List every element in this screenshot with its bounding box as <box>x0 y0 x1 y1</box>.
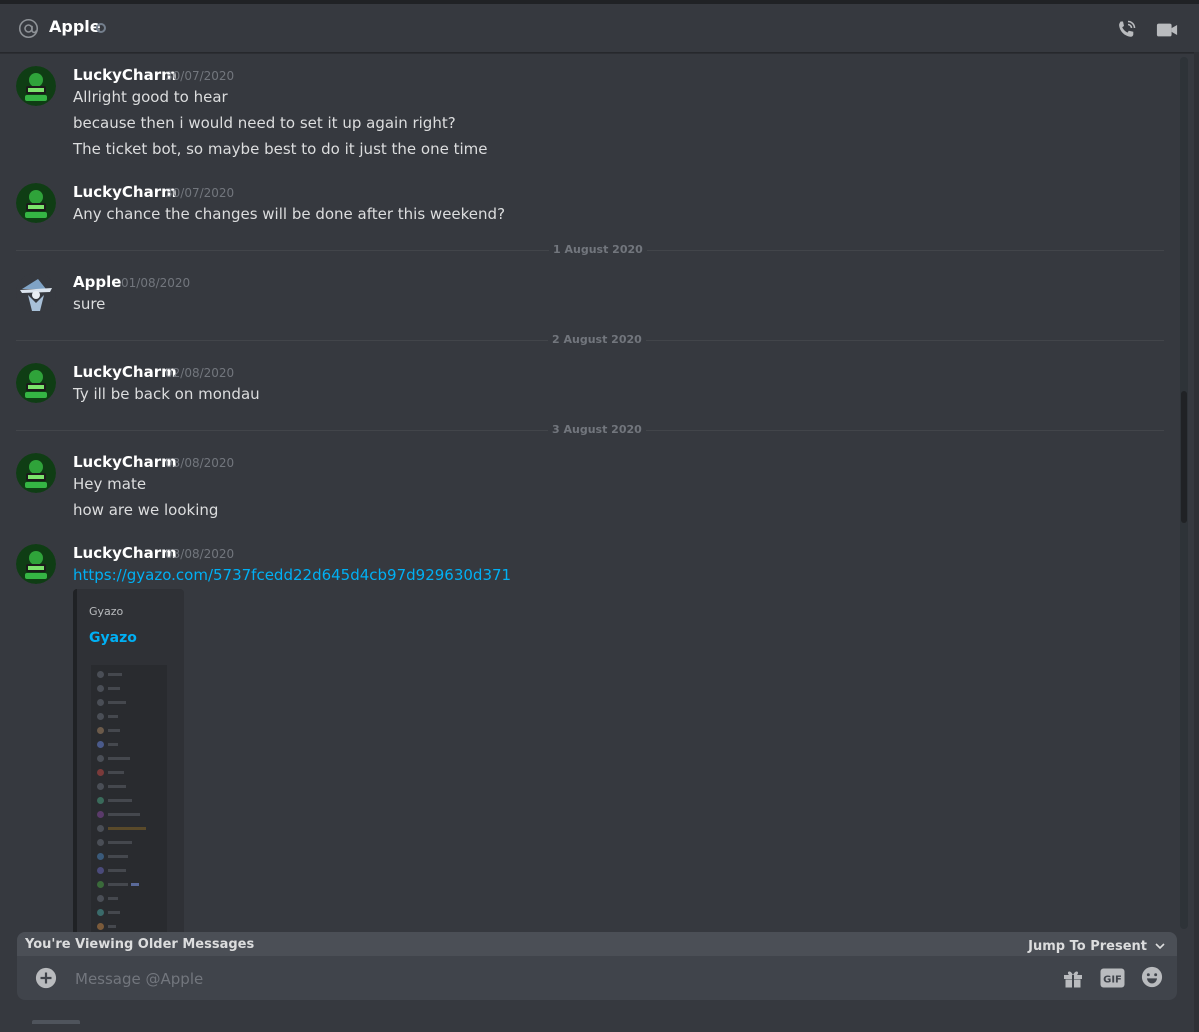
scrollbar-thumb[interactable] <box>1181 391 1187 523</box>
emoji-picker-icon[interactable] <box>1141 966 1163 988</box>
avatar[interactable] <box>16 544 56 584</box>
message-text: because then i would need to set it up a… <box>73 114 456 132</box>
message-timestamp: 03/08/2020 <box>165 456 235 470</box>
add-attachment-icon[interactable] <box>35 967 57 989</box>
message-author[interactable]: LuckyCharm <box>73 66 177 84</box>
avatar[interactable] <box>16 363 56 403</box>
offline-status-icon <box>96 23 106 33</box>
message-author[interactable]: LuckyCharm <box>73 453 177 471</box>
bottom-edge-handle <box>32 1020 80 1024</box>
date-divider-label: 2 August 2020 <box>548 333 646 346</box>
message-author[interactable]: LuckyCharm <box>73 363 177 381</box>
message-timestamp: 01/08/2020 <box>121 276 191 290</box>
embed-title[interactable]: Gyazo <box>89 630 137 646</box>
chevron-down-icon <box>1155 943 1165 950</box>
jump-to-present-label: Jump To Present <box>1028 938 1147 954</box>
avatar[interactable] <box>16 183 56 223</box>
at-sign-icon <box>18 18 39 39</box>
message-list[interactable]: LuckyCharm 30/07/2020 Allright good to h… <box>0 53 1180 933</box>
embed-provider[interactable]: Gyazo <box>89 605 123 618</box>
dm-recipient-name: Apple <box>49 17 101 36</box>
avatar[interactable] <box>16 453 56 493</box>
message-timestamp: 02/08/2020 <box>165 366 235 380</box>
message-timestamp: 30/07/2020 <box>165 186 235 200</box>
message-text: sure <box>73 295 106 313</box>
avatar[interactable] <box>16 273 56 313</box>
message-composer: GIF <box>17 956 1177 1000</box>
svg-text:GIF: GIF <box>1103 975 1122 986</box>
channel-header: Apple <box>0 4 1199 53</box>
avatar[interactable] <box>16 66 56 106</box>
voice-call-icon[interactable] <box>1114 18 1138 42</box>
gift-icon[interactable] <box>1061 966 1085 990</box>
gif-picker-icon[interactable]: GIF <box>1100 968 1125 988</box>
message-text: Ty ill be back on mondau <box>73 385 260 403</box>
message-author[interactable]: LuckyCharm <box>73 544 177 562</box>
message-text: The ticket bot, so maybe best to do it j… <box>73 140 488 158</box>
message-text: Allright good to hear <box>73 88 228 106</box>
video-call-icon[interactable] <box>1155 19 1179 41</box>
link-embed: Gyazo Gyazo <box>73 589 184 933</box>
older-messages-label: You're Viewing Older Messages <box>25 937 255 952</box>
date-divider-label: 1 August 2020 <box>549 243 647 256</box>
date-divider-label: 3 August 2020 <box>548 423 646 436</box>
message-input[interactable] <box>73 964 1037 994</box>
message-timestamp: 03/08/2020 <box>165 547 235 561</box>
embed-image-thumbnail[interactable] <box>91 665 167 933</box>
message-link[interactable]: https://gyazo.com/5737fcedd22d645d4cb97d… <box>73 566 511 584</box>
message-text: Any chance the changes will be done afte… <box>73 205 506 223</box>
message-author[interactable]: LuckyCharm <box>73 183 177 201</box>
message-text: how are we looking <box>73 501 219 519</box>
message-text: Hey mate <box>73 475 147 493</box>
message-author[interactable]: Apple <box>73 273 121 291</box>
message-timestamp: 30/07/2020 <box>165 69 235 83</box>
right-panel-edge <box>1194 52 1199 1032</box>
